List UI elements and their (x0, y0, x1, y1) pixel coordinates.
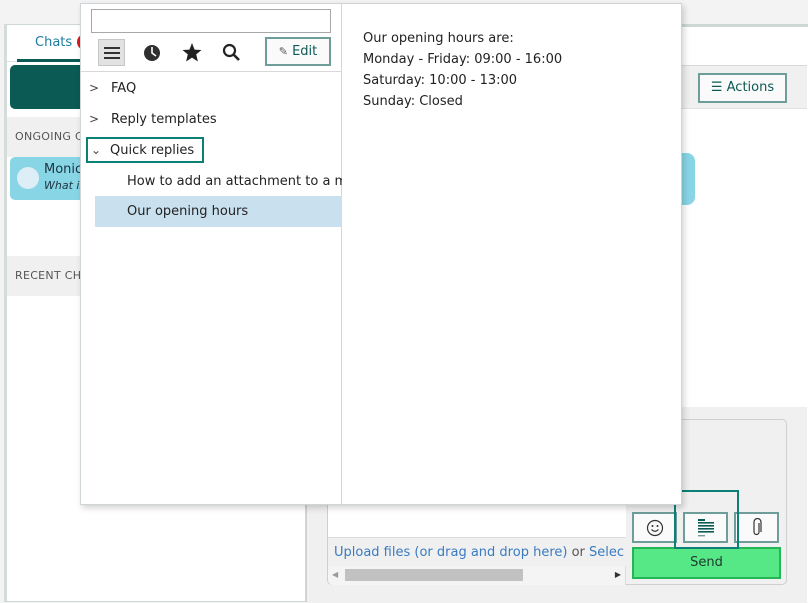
actions-button[interactable]: ☰ Actions (698, 73, 787, 103)
upload-files-link[interactable]: Upload files (or drag and drop here) (334, 545, 567, 560)
pencil-icon: ✎ (278, 45, 288, 58)
popup-toolbar: ✎ Edit (81, 36, 342, 72)
recent-button[interactable] (138, 39, 165, 66)
menu-icon: ☰ (710, 80, 723, 95)
tree-item-attachment-howto[interactable]: How to add an attachment to a mail (95, 166, 342, 197)
tree-folder-label: Quick replies (110, 143, 195, 158)
search-button[interactable] (218, 39, 245, 66)
upload-line: Upload files (or drag and drop here) or … (334, 545, 624, 560)
send-button[interactable]: Send (632, 547, 781, 579)
preview-line: Sunday: Closed (363, 94, 463, 109)
tab-chats-label: Chats (35, 35, 73, 50)
scrollbar-thumb[interactable] (345, 569, 523, 581)
edit-button[interactable]: ✎ Edit (265, 37, 331, 66)
paperclip-icon (752, 517, 762, 535)
select-crm-file-link[interactable]: Select a CRM file (589, 545, 624, 560)
emoji-button[interactable] (632, 512, 677, 543)
preview-line: Our opening hours are: (363, 31, 514, 46)
actions-label: Actions (726, 80, 775, 95)
clock-icon (143, 44, 160, 61)
horizontal-scrollbar[interactable]: ◀ ▶ (328, 566, 626, 585)
preview-line: Saturday: 10:00 - 13:00 (363, 73, 518, 88)
chevron-right-icon: > (89, 112, 100, 126)
preview-line: Monday - Friday: 09:00 - 16:00 (363, 52, 563, 67)
chevron-down-icon: ⌄ (91, 143, 102, 157)
chevron-right-icon: > (89, 81, 100, 95)
tree-folder-reply-templates[interactable]: > Reply templates (89, 106, 217, 132)
app-window: Chats 1 ONGOING CHATS Monica What is REC… (0, 0, 808, 603)
favorites-button[interactable] (178, 39, 205, 66)
edit-label: Edit (292, 44, 318, 59)
tree-folder-faq[interactable]: > FAQ (89, 75, 136, 101)
list-icon (103, 46, 120, 59)
tree-folder-label: Reply templates (111, 112, 217, 127)
search-icon (222, 43, 240, 61)
quick-replies-popup: ✎ Edit > FAQ > Reply templates ⌄ Quick repl… (80, 3, 682, 505)
or-text: or (567, 545, 590, 560)
smiley-icon (646, 519, 663, 536)
tree-item-opening-hours[interactable]: Our opening hours (95, 196, 342, 227)
reply-preview: Our opening hours are: Monday - Friday: … (343, 4, 681, 504)
tree-folder-quick-replies[interactable]: ⌄ Quick replies (86, 137, 205, 163)
popup-search-input[interactable] (91, 9, 331, 33)
quick-replies-icon (697, 518, 714, 536)
attach-button[interactable] (734, 512, 779, 543)
chat-preview: What is (44, 179, 86, 192)
avatar (17, 167, 39, 189)
list-view-button[interactable] (98, 39, 125, 66)
popup-navigation: ✎ Edit > FAQ > Reply templates ⌄ Quick repl… (81, 4, 342, 504)
star-icon (182, 43, 201, 62)
scroll-right-icon[interactable]: ▶ (615, 570, 621, 579)
scroll-left-icon[interactable]: ◀ (332, 570, 338, 579)
quick-replies-button[interactable] (683, 512, 728, 543)
tree-folder-label: FAQ (111, 81, 137, 96)
